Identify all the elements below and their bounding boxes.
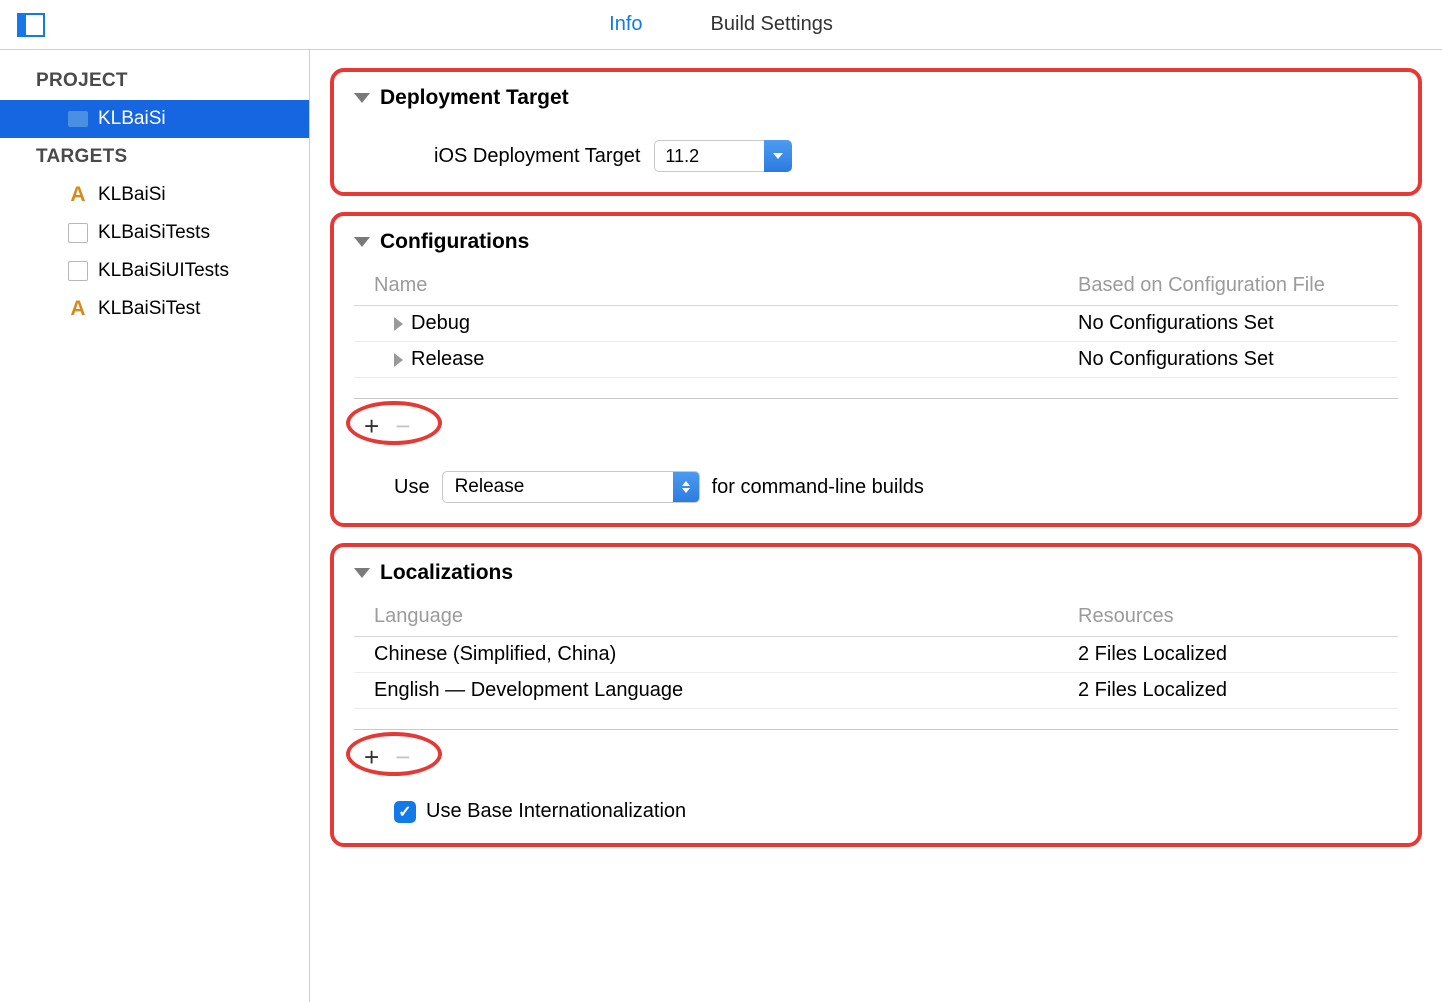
app-icon: A: [68, 185, 88, 205]
test-bundle-icon: [68, 223, 88, 243]
use-suffix: for command-line builds: [712, 476, 924, 499]
sidebar-item-label: KLBaiSiTests: [98, 222, 210, 244]
column-header-based: Based on Configuration File: [1078, 274, 1378, 297]
command-line-build-select[interactable]: Release: [442, 471, 700, 503]
content: Deployment Target iOS Deployment Target …: [310, 50, 1442, 1002]
test-bundle-icon: [68, 261, 88, 281]
row-disclosure-icon[interactable]: [394, 317, 403, 331]
sidebar-item-label: KLBaiSiUITests: [98, 260, 229, 282]
project-icon: [68, 111, 88, 127]
base-internationalization-checkbox[interactable]: ✓: [394, 801, 416, 823]
remove-localization-button[interactable]: −: [395, 744, 410, 770]
sidebar-item-label: KLBaiSi: [98, 184, 166, 206]
column-header-language: Language: [374, 605, 1078, 628]
highlight-ring: [346, 732, 442, 776]
sidebar-target-item[interactable]: A KLBaiSiTest: [0, 290, 309, 328]
localization-row[interactable]: Chinese (Simplified, China) 2 Files Loca…: [354, 637, 1398, 673]
localization-language: Chinese (Simplified, China): [374, 643, 1078, 666]
add-remove-group: + −: [354, 409, 420, 443]
sidebar-item-label: KLBaiSiTest: [98, 298, 200, 320]
deployment-label: iOS Deployment Target: [434, 145, 640, 168]
disclosure-triangle-icon[interactable]: [354, 237, 370, 247]
add-localization-button[interactable]: +: [364, 744, 379, 770]
table-footer: + −: [354, 729, 1398, 774]
select-arrows-icon: [673, 471, 699, 503]
localization-resources: 2 Files Localized: [1078, 679, 1378, 702]
main: PROJECT KLBaiSi TARGETS A KLBaiSi KLBaiS…: [0, 50, 1442, 1002]
section-header: Deployment Target: [354, 86, 1398, 110]
tab-info[interactable]: Info: [605, 5, 646, 44]
remove-configuration-button[interactable]: −: [395, 413, 410, 439]
table-header: Name Based on Configuration File: [354, 266, 1398, 306]
section-header: Configurations: [354, 230, 1398, 254]
topbar: Info Build Settings: [0, 0, 1442, 50]
deployment-target-panel: Deployment Target iOS Deployment Target: [330, 68, 1422, 196]
configuration-based: No Configurations Set: [1078, 348, 1378, 371]
deployment-target-select[interactable]: [654, 140, 792, 172]
deployment-row: iOS Deployment Target: [354, 140, 1398, 172]
sidebar: PROJECT KLBaiSi TARGETS A KLBaiSi KLBaiS…: [0, 50, 310, 1002]
disclosure-triangle-icon[interactable]: [354, 93, 370, 103]
configuration-based: No Configurations Set: [1078, 312, 1378, 335]
sidebar-item-label: KLBaiSi: [98, 108, 166, 130]
disclosure-triangle-icon[interactable]: [354, 568, 370, 578]
app-icon: A: [68, 299, 88, 319]
row-disclosure-icon[interactable]: [394, 353, 403, 367]
configuration-row[interactable]: Debug No Configurations Set: [354, 306, 1398, 342]
localization-resources: 2 Files Localized: [1078, 643, 1378, 666]
configuration-row[interactable]: Release No Configurations Set: [354, 342, 1398, 378]
tab-build-settings[interactable]: Build Settings: [707, 5, 837, 44]
use-configuration-row: Use Release for command-line builds: [354, 471, 1398, 503]
select-value: Release: [443, 476, 673, 498]
add-remove-group: + −: [354, 740, 420, 774]
section-title: Configurations: [380, 230, 529, 254]
sidebar-header-project: PROJECT: [0, 62, 309, 100]
section-title: Localizations: [380, 561, 513, 585]
localizations-panel: Localizations Language Resources Chinese…: [330, 543, 1422, 847]
sidebar-target-item[interactable]: KLBaiSiUITests: [0, 252, 309, 290]
left-panel-icon: [17, 13, 45, 37]
configurations-panel: Configurations Name Based on Configurati…: [330, 212, 1422, 527]
column-header-name: Name: [374, 274, 1078, 297]
column-header-resources: Resources: [1078, 605, 1378, 628]
base-internationalization-label: Use Base Internationalization: [426, 800, 686, 823]
base-internationalization-row: ✓ Use Base Internationalization: [354, 800, 1398, 823]
configuration-name: Release: [411, 348, 484, 371]
highlight-ring: [346, 401, 442, 445]
section-title: Deployment Target: [380, 86, 569, 110]
sidebar-project-item[interactable]: KLBaiSi: [0, 100, 309, 138]
sidebar-target-item[interactable]: KLBaiSiTests: [0, 214, 309, 252]
table-footer: + −: [354, 398, 1398, 443]
sidebar-header-targets: TARGETS: [0, 138, 309, 176]
configuration-name: Debug: [411, 312, 470, 335]
table-header: Language Resources: [354, 597, 1398, 637]
section-header: Localizations: [354, 561, 1398, 585]
add-configuration-button[interactable]: +: [364, 413, 379, 439]
localization-language: English — Development Language: [374, 679, 1078, 702]
editor-tabs: Info Build Settings: [605, 5, 837, 44]
dropdown-arrow-icon[interactable]: [764, 140, 792, 172]
use-label: Use: [394, 476, 430, 499]
localization-row[interactable]: English — Development Language 2 Files L…: [354, 673, 1398, 709]
panel-toggle[interactable]: [0, 13, 50, 37]
deployment-target-input[interactable]: [654, 140, 764, 172]
sidebar-target-item[interactable]: A KLBaiSi: [0, 176, 309, 214]
